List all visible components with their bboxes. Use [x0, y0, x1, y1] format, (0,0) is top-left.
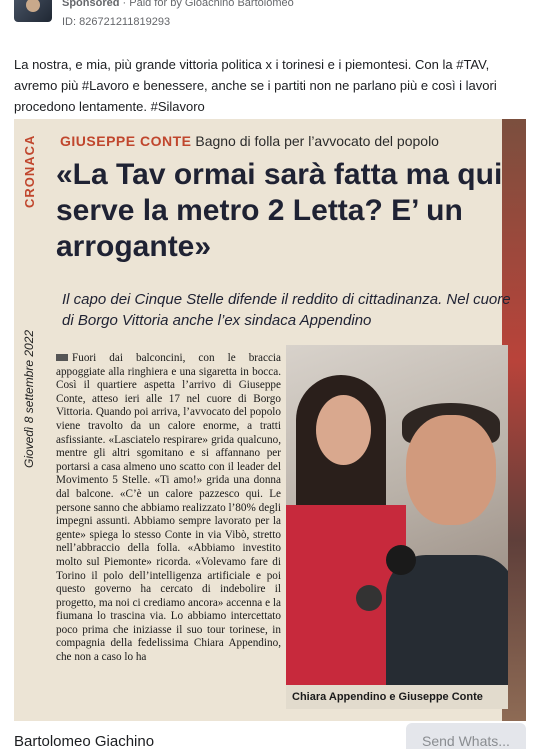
- kicker-name: GIUSEPPE CONTE: [60, 133, 192, 149]
- sponsored-label: Sponsored: [62, 0, 120, 9]
- post-text: La nostra, e mia, più grande vittoria po…: [14, 57, 497, 114]
- photo-figure: [406, 415, 496, 525]
- article-body: Fuori dai balconcini, con le braccia app…: [56, 352, 281, 664]
- microphone-shape: [356, 585, 382, 611]
- page-avatar[interactable]: [14, 0, 52, 22]
- paid-for-label: · Paid for by Gioachino Bartolomeo: [122, 0, 294, 9]
- photo-figure: [316, 395, 371, 465]
- issue-date: Giovedì 8 settembre 2022: [22, 329, 36, 469]
- sponsor-line: Sponsored · Paid for by Gioachino Bartol…: [62, 0, 294, 9]
- subheadline: Il capo dei Cinque Stelle difende il red…: [62, 291, 511, 329]
- kicker-text: Bagno di folla per l’avvocato del popolo: [195, 133, 439, 149]
- send-whatsapp-button[interactable]: Send Whats...: [406, 723, 526, 749]
- ad-header: Sponsored · Paid for by Gioachino Bartol…: [0, 0, 539, 40]
- kicker: GIUSEPPE CONTE Bagno di folla per l’avvo…: [60, 133, 439, 149]
- microphone-shape: [386, 545, 416, 575]
- section-label: CRONACA: [22, 134, 37, 208]
- photo-caption: Chiara Appendino e Giuseppe Conte: [286, 685, 508, 709]
- headline: «La Tav ormai sarà fatta ma qui serve la…: [56, 158, 503, 263]
- more-horizontal-icon[interactable]: •••: [505, 0, 529, 8]
- ad-library-id: ID: 826721211819293: [62, 16, 171, 28]
- footer-page-name[interactable]: Bartolomeo Giachino: [14, 733, 154, 749]
- newspaper-clipping-image[interactable]: CRONACA Giovedì 8 settembre 2022 GIUSEPP…: [14, 119, 526, 721]
- ad-footer: Bartolomeo Giachino Send Whats...: [0, 721, 539, 749]
- article-photo: [286, 345, 508, 685]
